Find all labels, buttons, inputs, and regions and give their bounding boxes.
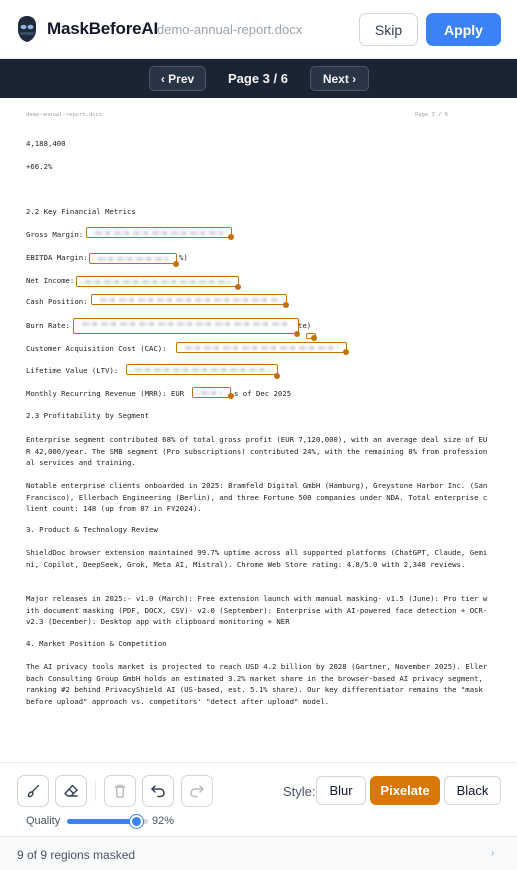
metric-label: Cash Position:: [26, 297, 88, 306]
eraser-icon: [64, 784, 78, 797]
app-header: MaskBeforeAI demo-annual-report.docx Ski…: [0, 0, 517, 59]
file-name: demo-annual-report.docx: [157, 22, 303, 37]
mask-region[interactable]: [126, 364, 278, 375]
paragraph: ShieldDoc browser extension maintained 9…: [26, 548, 488, 569]
paragraph: Enterprise segment contributed 68% of to…: [26, 435, 488, 467]
metric-label: Gross Margin:: [26, 230, 84, 239]
metric-label: Net Income:: [26, 276, 75, 285]
metric-suffix: %): [179, 253, 188, 262]
status-bar: 9 of 9 regions masked ›: [0, 836, 517, 870]
section-heading: 4. Market Position & Competition: [26, 639, 167, 648]
undo-button[interactable]: [142, 775, 174, 807]
trash-icon: [114, 784, 126, 798]
toolbar-divider: [95, 781, 96, 801]
undo-icon: [151, 785, 165, 798]
section-heading: 3. Product & Technology Review: [26, 525, 158, 534]
doc-header-filename: demo-annual-report.docx: [26, 112, 103, 118]
brush-tool-button[interactable]: [17, 775, 49, 807]
metric-label: Lifetime Value (LTV):: [26, 366, 119, 375]
page-indicator: Page 3 / 6: [228, 71, 288, 86]
metric-suffix: te): [298, 321, 312, 330]
eraser-tool-button[interactable]: [55, 775, 87, 807]
apply-button[interactable]: Apply: [426, 13, 501, 46]
brush-icon: [27, 784, 40, 798]
skip-button[interactable]: Skip: [359, 13, 418, 46]
mask-region[interactable]: [73, 318, 299, 334]
page-navigator: ‹ Prev Page 3 / 6 Next ›: [0, 59, 517, 98]
doc-line: 4,188,400: [26, 139, 66, 148]
mask-handle[interactable]: [235, 284, 241, 290]
paragraph: The AI privacy tools market is projected…: [26, 662, 488, 706]
app-name: MaskBeforeAI: [47, 19, 158, 38]
prev-page-button[interactable]: ‹ Prev: [149, 66, 206, 91]
document-preview[interactable]: demo-annual-report.docx Page 3 / 6 4,188…: [0, 98, 517, 762]
redo-button[interactable]: [181, 775, 213, 807]
quality-label: Quality: [26, 815, 61, 827]
metric-suffix: s of Dec 2025: [234, 389, 292, 398]
mask-handle[interactable]: [343, 349, 349, 355]
mask-handle[interactable]: [294, 331, 300, 337]
mask-handle[interactable]: [283, 302, 289, 308]
metric-label: EBITDA Margin:: [26, 253, 88, 262]
mask-toolbar: Style: Blur Pixelate Black Quality 92%: [0, 762, 517, 836]
doc-line: +66.2%: [26, 162, 53, 171]
mask-region[interactable]: [86, 227, 232, 238]
clear-masks-button[interactable]: [104, 775, 136, 807]
mask-region[interactable]: [91, 294, 287, 305]
style-pixelate-button[interactable]: Pixelate: [370, 776, 440, 805]
next-page-button[interactable]: Next ›: [310, 66, 369, 91]
paragraph: Major releases in 2025:- v1.0 (March): F…: [26, 594, 488, 626]
section-heading: 2.2 Key Financial Metrics: [26, 207, 136, 216]
quality-slider[interactable]: [67, 815, 148, 828]
mask-region[interactable]: [76, 276, 239, 287]
chevron-right-icon[interactable]: ›: [491, 848, 494, 859]
section-heading: 2.3 Profitability by Segment: [26, 411, 150, 420]
style-label: Style:: [283, 784, 316, 799]
quality-value: 92%: [152, 815, 175, 827]
style-black-button[interactable]: Black: [444, 776, 501, 805]
metric-label: Burn Rate:: [26, 321, 70, 330]
mask-region[interactable]: [89, 253, 177, 264]
paragraph: Notable enterprise clients onboarded in …: [26, 481, 488, 513]
metric-label: Customer Acquisition Cost (CAC):: [26, 344, 167, 353]
mask-region[interactable]: [192, 387, 231, 398]
mask-handle[interactable]: [311, 335, 317, 341]
mask-count-status: 9 of 9 regions masked: [17, 848, 136, 862]
mask-handle[interactable]: [274, 373, 280, 379]
mask-region[interactable]: [176, 342, 347, 353]
redo-icon: [190, 785, 204, 798]
metric-label: Monthly Recurring Revenue (MRR): EUR: [26, 389, 185, 398]
slider-thumb[interactable]: [130, 815, 143, 828]
slider-fill: [67, 819, 137, 824]
mask-handle[interactable]: [228, 234, 234, 240]
mask-logo-icon: [18, 16, 36, 42]
doc-header-page: Page 3 / 6: [415, 112, 449, 118]
style-blur-button[interactable]: Blur: [316, 776, 366, 805]
